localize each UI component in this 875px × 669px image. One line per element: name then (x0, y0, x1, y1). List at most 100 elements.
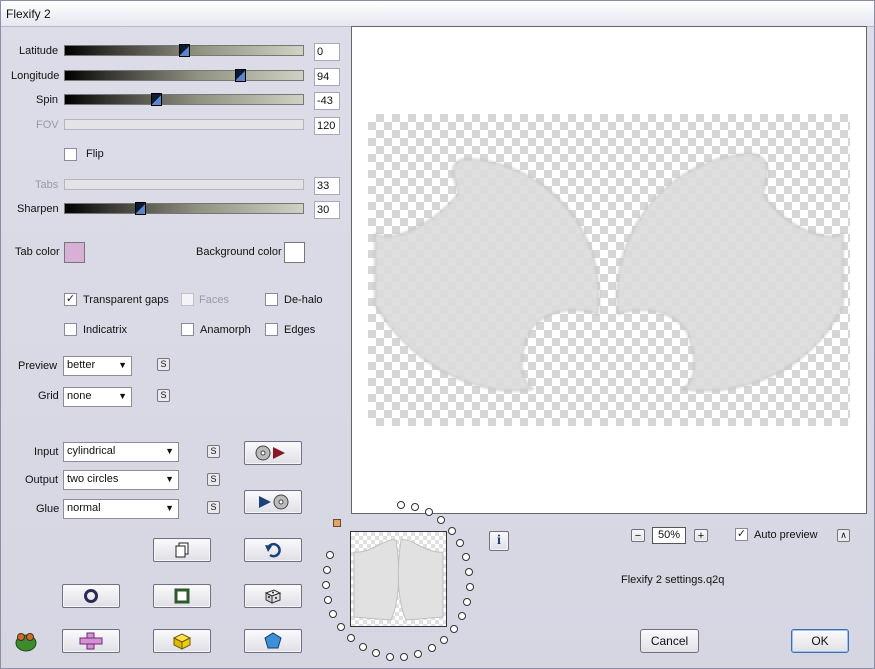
square-shape-button[interactable] (153, 584, 211, 608)
latitude-value[interactable]: 0 (314, 43, 340, 61)
glue-value: normal (67, 502, 101, 514)
navigator-dial-dot[interactable] (457, 612, 466, 621)
preview-quality-value: better (67, 359, 96, 371)
circle-shape-button[interactable] (62, 584, 120, 608)
latitude-label: Latitude (19, 45, 59, 57)
de-halo-label: De-halo (284, 294, 323, 306)
grid-value: none (67, 390, 92, 402)
navigator-dial-dot[interactable] (463, 597, 472, 606)
navigator-dial-dot[interactable] (346, 634, 355, 643)
copy-icon (175, 542, 189, 558)
cube-button[interactable] (153, 629, 211, 653)
edges-label: Edges (284, 324, 316, 336)
longitude-value[interactable]: 94 (314, 68, 340, 86)
spin-value[interactable]: -43 (314, 92, 340, 110)
fov-label: FOV (36, 119, 59, 131)
navigator-corner-handle[interactable] (333, 519, 341, 527)
input-s-button[interactable]: S (207, 445, 220, 458)
navigator-dial-dot[interactable] (322, 580, 331, 589)
navigator-dial-dot[interactable] (326, 551, 335, 559)
navigator-dial-dot[interactable] (447, 526, 456, 535)
chevron-up-icon: ∧ (840, 530, 847, 540)
undo-button[interactable] (244, 538, 302, 562)
sharpen-value[interactable]: 30 (314, 201, 340, 219)
glue-select[interactable]: normal ▼ (63, 499, 179, 519)
longitude-slider-thumb[interactable] (235, 69, 246, 82)
navigator-dial-dot[interactable] (322, 565, 331, 574)
spin-slider[interactable] (64, 93, 304, 106)
navigator-dial-dot[interactable] (427, 644, 436, 653)
sharpen-label: Sharpen (17, 203, 59, 215)
preview-quality-select[interactable]: better ▼ (63, 356, 132, 376)
grid-s-button[interactable]: S (157, 389, 170, 402)
output-s-button[interactable]: S (207, 473, 220, 486)
glue-label: Glue (36, 503, 60, 515)
output-select[interactable]: two circles ▼ (63, 470, 179, 490)
navigator-dial-dot[interactable] (414, 649, 423, 658)
navigator-dial-dot[interactable] (465, 567, 474, 576)
navigator-thumbnail[interactable] (350, 531, 447, 627)
longitude-slider[interactable] (64, 69, 304, 82)
randomize-button[interactable] (244, 584, 302, 608)
sharpen-slider[interactable] (64, 202, 304, 215)
grid-select[interactable]: none ▼ (63, 387, 132, 407)
flip-checkbox[interactable] (64, 148, 77, 161)
output-value: two circles (67, 473, 119, 485)
fov-value[interactable]: 120 (314, 117, 340, 135)
de-halo-checkbox[interactable] (265, 293, 278, 306)
navigator-dial-dot[interactable] (424, 508, 433, 517)
info-button[interactable]: i (489, 531, 509, 551)
zoom-level[interactable]: 50% (652, 527, 686, 544)
pink-cross-icon (79, 632, 103, 650)
tab-color-swatch[interactable] (64, 242, 85, 263)
gem-button[interactable] (244, 629, 302, 653)
longitude-label: Longitude (11, 70, 60, 82)
play-disc-icon (259, 494, 289, 510)
zoom-out-button[interactable]: − (631, 529, 645, 542)
collapse-button[interactable]: ∧ (837, 529, 850, 542)
play-input-button[interactable] (244, 441, 302, 465)
copy-button[interactable] (153, 538, 211, 562)
tabs-slider (64, 179, 304, 190)
sharpen-slider-thumb[interactable] (135, 202, 146, 215)
edges-checkbox[interactable] (265, 323, 278, 336)
ok-button[interactable]: OK (791, 629, 849, 653)
input-select[interactable]: cylindrical ▼ (63, 442, 179, 462)
indicatrix-checkbox[interactable] (64, 323, 77, 336)
latitude-slider-thumb[interactable] (179, 44, 190, 57)
preview-pane[interactable] (351, 26, 867, 514)
transparent-gaps-label: Transparent gaps (83, 294, 169, 306)
glue-s-button[interactable]: S (207, 501, 220, 514)
navigator-dial-dot[interactable] (329, 610, 338, 619)
input-label: Input (34, 446, 59, 458)
auto-preview-checkbox[interactable]: ✓ (735, 528, 748, 541)
spin-slider-thumb[interactable] (151, 93, 162, 106)
latitude-slider[interactable] (64, 44, 304, 57)
navigator-dial-dot[interactable] (439, 635, 448, 644)
navigator-dial-dot[interactable] (336, 623, 345, 632)
navigator-dial-dot[interactable] (324, 596, 333, 605)
faces-checkbox (181, 293, 194, 306)
flip-label: Flip (86, 148, 104, 160)
navigator-dial-dot[interactable] (449, 624, 458, 633)
navigator-dial-dot[interactable] (456, 539, 465, 547)
preview-s-button[interactable]: S (157, 358, 170, 371)
faces-label: Faces (199, 294, 229, 306)
play-output-button[interactable] (244, 490, 302, 514)
navigator-dial-dot[interactable] (371, 649, 380, 658)
navigator-dial-dot[interactable] (462, 552, 471, 561)
background-color-swatch[interactable] (284, 242, 305, 263)
navigator-dial-dot[interactable] (358, 643, 367, 652)
navigator-dial-dot[interactable] (465, 582, 474, 591)
navigator-dial-dot[interactable] (437, 516, 446, 525)
info-icon: i (497, 533, 501, 548)
transparent-gaps-checkbox[interactable]: ✓ (64, 293, 77, 306)
indicatrix-label: Indicatrix (83, 324, 128, 336)
navigator-dial-dot[interactable] (400, 652, 409, 661)
cancel-button[interactable]: Cancel (640, 629, 699, 653)
zoom-in-button[interactable]: + (694, 529, 708, 542)
cross-shape-button[interactable] (62, 629, 120, 653)
tabs-value[interactable]: 33 (314, 177, 340, 195)
anamorph-checkbox[interactable] (181, 323, 194, 336)
navigator-dial-dot[interactable] (385, 652, 394, 661)
